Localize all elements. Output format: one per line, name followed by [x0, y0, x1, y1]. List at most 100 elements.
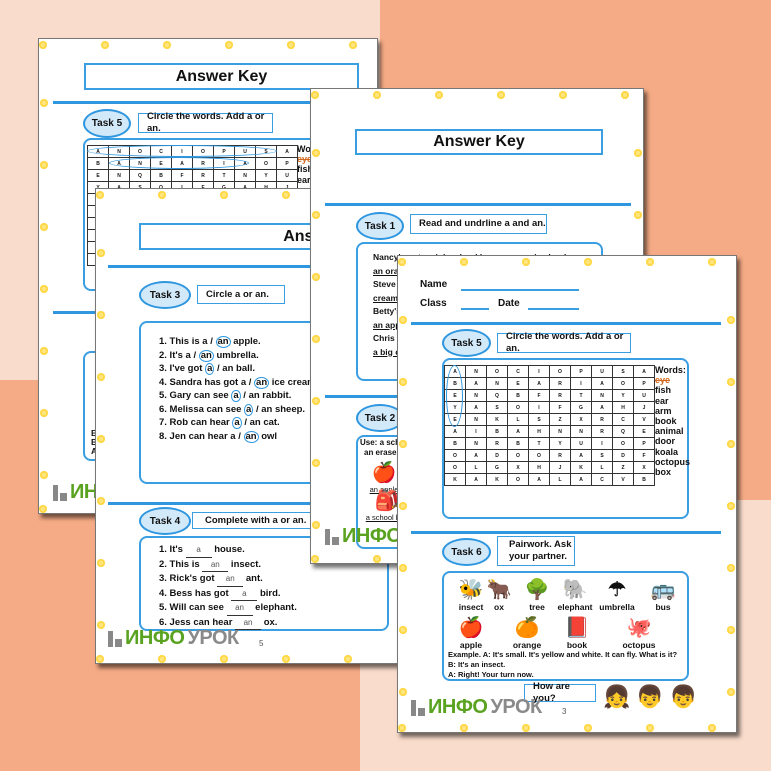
- flower-decoration-icon: [97, 435, 105, 443]
- grid-cell: B: [87, 157, 109, 170]
- flower-decoration-icon: [101, 41, 109, 49]
- grid-cell: O: [612, 377, 634, 390]
- task4-list: 1. It's a house. 2. This is an insect. 3. …: [159, 543, 297, 630]
- grid-cell: A: [465, 377, 487, 390]
- grid-cell: D: [612, 449, 634, 462]
- grid-cell: A: [570, 473, 592, 486]
- date-field[interactable]: [528, 308, 579, 310]
- flower-decoration-icon: [311, 91, 319, 99]
- task-pill: Task 5: [442, 329, 491, 357]
- list-item: 1. This is a / an apple.: [159, 336, 261, 348]
- grid-cell: A: [570, 449, 592, 462]
- grid-cell: N: [570, 425, 592, 438]
- flower-decoration-icon: [584, 258, 592, 266]
- grid-cell: N: [465, 437, 487, 450]
- grid-cell: S: [612, 365, 634, 378]
- flower-decoration-icon: [584, 724, 592, 732]
- grid-cell: X: [570, 413, 592, 426]
- list-item: 5. Gary can see a / an rabbit.: [159, 390, 292, 402]
- flower-decoration-icon: [344, 655, 352, 663]
- grid-cell: R: [549, 389, 571, 402]
- name-field[interactable]: [461, 289, 579, 291]
- class-label: Class: [420, 298, 447, 309]
- picture-book: 📕 book: [552, 616, 602, 650]
- grid-cell: F: [171, 169, 193, 182]
- flower-decoration-icon: [97, 559, 105, 567]
- grid-cell: Q: [612, 425, 634, 438]
- word: eye: [655, 375, 671, 386]
- grid-cell: C: [591, 473, 613, 486]
- flower-decoration-icon: [158, 191, 166, 199]
- grid-row: AIBAHNNRQE: [444, 425, 655, 438]
- grid-cell: O: [507, 449, 529, 462]
- divider: [411, 322, 721, 325]
- worksheet-page-3: Name Class Date Task 5 Circle the words.…: [397, 255, 737, 733]
- grid-cell: I: [465, 425, 487, 438]
- grid-row: YASOIFGAHJ: [444, 401, 655, 414]
- grid-cell: E: [507, 377, 529, 390]
- word: fish: [655, 385, 672, 396]
- infourok-logo: ИНФОУРОК: [108, 627, 239, 650]
- flower-decoration-icon: [39, 505, 47, 513]
- grid-cell: P: [633, 377, 655, 390]
- grid-cell: H: [528, 425, 550, 438]
- picture-label: apple: [459, 640, 483, 650]
- grid-cell: F: [549, 401, 571, 414]
- words-label: Words:: [655, 365, 686, 375]
- grid-cell: K: [444, 473, 466, 486]
- word: animal: [655, 426, 684, 437]
- flower-decoration-icon: [312, 397, 320, 405]
- grid-cell: O: [444, 449, 466, 462]
- class-field[interactable]: [461, 308, 489, 310]
- flower-decoration-icon: [97, 621, 105, 629]
- grid-cell: U: [591, 365, 613, 378]
- grid-cell: C: [612, 413, 634, 426]
- picture-label: umbrella: [599, 602, 635, 612]
- grid-cell: R: [192, 169, 214, 182]
- word: door: [655, 436, 675, 447]
- flower-decoration-icon: [220, 191, 228, 199]
- grid-cell: K: [486, 473, 508, 486]
- date-label: Date: [498, 298, 520, 309]
- task3-list: 1. This is a / an apple. 2. It's a / an u…: [159, 335, 318, 443]
- answer-circle: [87, 145, 277, 157]
- flower-decoration-icon: [40, 99, 48, 107]
- grid-row: OLGXHJKLZX: [444, 461, 655, 474]
- flower-decoration-icon: [97, 497, 105, 505]
- flower-decoration-icon: [621, 91, 629, 99]
- flower-decoration-icon: [39, 41, 47, 49]
- apple-icon: 🍎: [458, 617, 484, 639]
- answer-circle: [446, 365, 463, 427]
- grid-cell: R: [591, 413, 613, 426]
- grid-cell: P: [570, 365, 592, 378]
- divider: [411, 531, 721, 534]
- grid-cell: T: [213, 169, 235, 182]
- grid-cell: E: [87, 169, 109, 182]
- grid-cell: X: [507, 461, 529, 474]
- flower-decoration-icon: [312, 335, 320, 343]
- grid-cell: A: [591, 401, 613, 414]
- grid-cell: Y: [612, 389, 634, 402]
- flower-decoration-icon: [40, 161, 48, 169]
- grid-row: BNRBTYUIOP: [444, 437, 655, 450]
- flower-decoration-icon: [399, 688, 407, 696]
- task-instruction: Complete with a or an.: [192, 512, 322, 529]
- flower-decoration-icon: [282, 191, 290, 199]
- grid-cell: O: [528, 449, 550, 462]
- flower-decoration-icon: [708, 724, 716, 732]
- flower-decoration-icon: [727, 564, 735, 572]
- list-item: 7. Rob can hear a / an cat.: [159, 417, 280, 429]
- grid-cell: Z: [549, 413, 571, 426]
- flower-decoration-icon: [40, 347, 48, 355]
- grid-cell: O: [612, 437, 634, 450]
- grid-cell: X: [633, 461, 655, 474]
- flower-decoration-icon: [727, 378, 735, 386]
- grid-cell: T: [570, 389, 592, 402]
- grid-cell: L: [507, 413, 529, 426]
- grid-cell: O: [507, 401, 529, 414]
- word: box: [655, 467, 672, 478]
- word-search-grid: ANOCIOPUSABANEARIAOPENQBFRTNYUYASOIFGAHJ…: [444, 365, 655, 486]
- grid-cell: S: [528, 413, 550, 426]
- grid-cell: J: [633, 401, 655, 414]
- grid-cell: S: [591, 449, 613, 462]
